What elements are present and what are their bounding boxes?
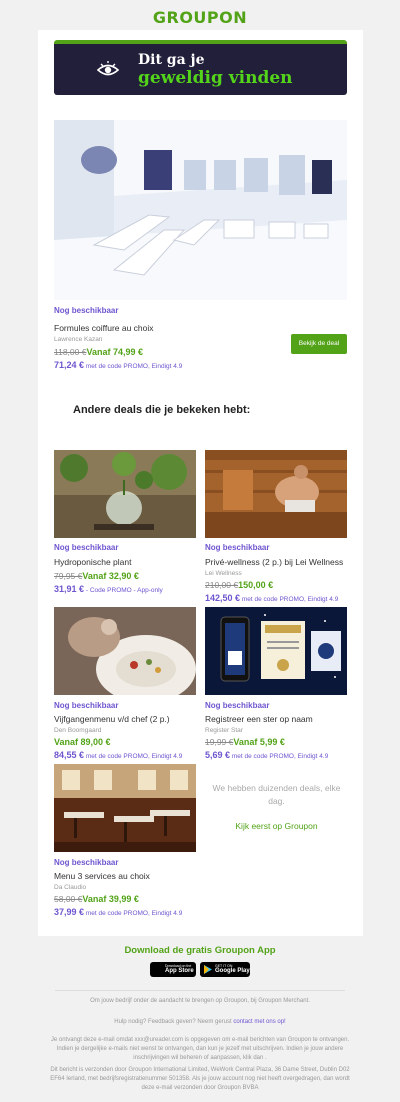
banner-line-2: geweldig vinden xyxy=(138,68,293,88)
featured-status: Nog beschikbaar xyxy=(54,306,119,315)
deal-4-price-row: 19,99 €Vanaf 5,99 € xyxy=(205,737,285,747)
eye-icon xyxy=(96,61,120,76)
featured-price-row: 118,00 €Vanaf 74,99 € xyxy=(54,347,143,357)
contact-link[interactable]: contact met ons op! xyxy=(233,1019,285,1025)
deal-5-status: Nog beschikbaar xyxy=(54,858,119,867)
deal-1-promo-row: 31,91 € - Code PROMO - App-only xyxy=(54,584,163,594)
featured-title[interactable]: Formules coiffure au choix xyxy=(54,323,154,333)
deal-1-price: Vanaf 32,90 € xyxy=(82,571,139,581)
app-store-button[interactable]: Download on the App Store xyxy=(150,962,196,977)
deal-2-old-price: 210,00 € xyxy=(205,580,239,590)
google-play-label: Google Play xyxy=(215,968,250,974)
footer-help: Hulp nodig? Feedback geven? Neem gerust … xyxy=(50,1018,350,1027)
section-title: Andere deals die je bekeken hebt: xyxy=(73,404,251,416)
deal-2-promo-text: met de code PROMO, Eindigt 4.9 xyxy=(241,596,339,603)
deal-2-title[interactable]: Privé-wellness (2 p.) bij Lei Wellness xyxy=(205,557,343,567)
browse-groupon-link[interactable]: Kijk eerst op Groupon xyxy=(204,821,349,831)
deal-1-promo-price: 31,91 € xyxy=(54,584,85,594)
deal-4-title[interactable]: Registreer een ster op naam xyxy=(205,714,313,724)
featured-promo-price: 71,24 € xyxy=(54,360,85,370)
chef-menu-image[interactable] xyxy=(54,607,196,695)
footer-company: Dit bericht is verzonden door Groupon In… xyxy=(50,1067,350,1091)
deal-2-price: 150,00 € xyxy=(238,580,274,590)
deal-5-promo-price: 37,99 € xyxy=(54,907,85,917)
promo-banner[interactable]: Dit ga je geweldig vinden xyxy=(54,40,347,95)
featured-promo-text: met de code PROMO, Eindigt 4.9 xyxy=(85,363,183,370)
featured-merchant: Lawrence Kazan xyxy=(54,336,103,343)
app-store-label: App Store xyxy=(165,968,194,974)
deal-1-promo-text: - Code PROMO - App-only xyxy=(85,587,163,594)
deal-4-merchant: Register Star xyxy=(205,727,243,734)
deal-3-merchant: Den Boomgaard xyxy=(54,727,102,734)
deal-2-promo-price: 142,50 € xyxy=(205,593,241,603)
deal-1-old-price: 79,95 € xyxy=(54,571,83,581)
deal-2-status: Nog beschikbaar xyxy=(205,543,270,552)
deal-1-price-row: 79,95 €Vanaf 32,90 € xyxy=(54,571,139,581)
deal-5-promo-row: 37,99 € met de code PROMO, Eindigt 4.9 xyxy=(54,907,182,917)
banner-line-1: Dit ga je xyxy=(138,52,205,68)
deal-4-old-price: 19,99 € xyxy=(205,737,234,747)
deal-5-old-price: 58,00 € xyxy=(54,894,83,904)
featured-promo-row: 71,24 € met de code PROMO, Eindigt 4.9 xyxy=(54,360,182,370)
deal-5-price-row: 58,00 €Vanaf 39,99 € xyxy=(54,894,139,904)
view-deal-button[interactable]: Bekijk de deal xyxy=(291,334,347,354)
deal-2-price-row: 210,00 €150,00 € xyxy=(205,580,273,590)
footer-notice: Je ontvangt deze e-mail omdat xxx@ureade… xyxy=(50,1037,350,1061)
email-card: Dit ga je geweldig vinden Nog beschikbaa… xyxy=(38,30,363,936)
google-play-button[interactable]: GET IT ON Google Play xyxy=(200,962,250,977)
plant-image[interactable] xyxy=(54,450,196,538)
featured-old-price: 118,00 € xyxy=(54,347,87,357)
deal-2-promo-row: 142,50 € met de code PROMO, Eindigt 4.9 xyxy=(205,593,338,603)
app-download-title: Download de gratis Groupon App xyxy=(124,945,276,956)
deal-4-status: Nog beschikbaar xyxy=(205,701,270,710)
deal-4-price: Vanaf 5,99 € xyxy=(233,737,285,747)
deal-3-promo-row: 84,55 € met de code PROMO, Eindigt 4.9 xyxy=(54,750,182,760)
filler-text: We hebben duizenden deals, elke dag. xyxy=(212,783,341,806)
deal-1-title[interactable]: Hydroponische plant xyxy=(54,557,132,567)
groupon-logo[interactable]: GROUPON xyxy=(0,8,400,27)
deal-3-status: Nog beschikbaar xyxy=(54,701,119,710)
salon-image[interactable] xyxy=(54,120,347,300)
play-icon xyxy=(204,965,212,976)
deal-2-merchant: Lei Wellness xyxy=(205,570,242,577)
deal-4-promo-text: met de code PROMO, Eindigt 4.9 xyxy=(231,753,329,760)
deal-4-promo-row: 5,69 € met de code PROMO, Eindigt 4.9 xyxy=(205,750,328,760)
deal-5-merchant: Da Claudio xyxy=(54,884,87,891)
deal-4-promo-price: 5,69 € xyxy=(205,750,231,760)
footer-merchant-line: Om jouw bedrijf onder de aandacht te bre… xyxy=(90,998,310,1004)
deal-1-status: Nog beschikbaar xyxy=(54,543,119,552)
star-registry-image[interactable] xyxy=(205,607,347,695)
footer-divider xyxy=(55,990,345,991)
featured-price: Vanaf 74,99 € xyxy=(86,347,144,357)
wellness-image[interactable] xyxy=(205,450,347,538)
deal-3-promo-text: met de code PROMO, Eindigt 4.9 xyxy=(85,753,183,760)
deal-5-price: Vanaf 39,99 € xyxy=(82,894,139,904)
footer-help-text: Hulp nodig? Feedback geven? Neem gerust xyxy=(114,1019,232,1025)
deal-3-title[interactable]: Vijfgangenmenu v/d chef (2 p.) xyxy=(54,714,170,724)
restaurant-image[interactable] xyxy=(54,764,196,852)
deal-5-title[interactable]: Menu 3 services au choix xyxy=(54,871,150,881)
deal-3-price-row: Vanaf 89,00 € xyxy=(54,737,111,747)
deal-5-promo-text: met de code PROMO, Eindigt 4.9 xyxy=(85,910,183,917)
deal-3-promo-price: 84,55 € xyxy=(54,750,85,760)
email-page: GROUPON Dit ga je geweldig vinden Nog be… xyxy=(0,0,400,1102)
deal-3-price: Vanaf 89,00 € xyxy=(54,737,111,747)
